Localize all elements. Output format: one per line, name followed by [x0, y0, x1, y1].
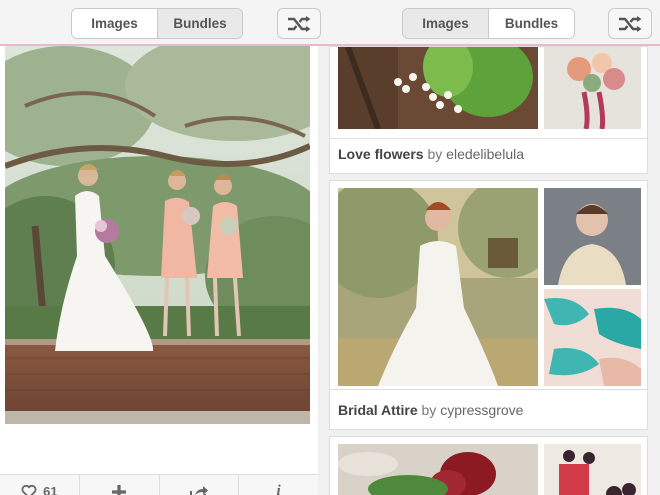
info-button[interactable]: i — [239, 475, 318, 495]
teal-shoes-photo — [544, 289, 641, 386]
bundle-author[interactable]: cypressgrove — [440, 402, 523, 418]
share-icon — [189, 485, 208, 495]
app-screen: Images Bundles Images Bundles 61 i Love … — [0, 0, 660, 495]
right-view-switcher: Images Bundles — [402, 8, 575, 39]
bundle-title: Love flowers — [338, 146, 424, 162]
bride-and-bridesmaids-photo[interactable] — [5, 46, 310, 424]
left-bundles-tab[interactable]: Bundles — [157, 9, 242, 38]
model-portrait-photo — [544, 188, 641, 285]
top-toolbar: Images Bundles Images Bundles — [0, 0, 660, 46]
left-view-switcher: Images Bundles — [71, 8, 243, 39]
bundle-caption-bridal-attire[interactable]: Bridal Attire by cypressgrove — [329, 390, 648, 430]
bundle-card-partial[interactable] — [329, 436, 648, 495]
heart-icon — [21, 484, 37, 495]
add-button[interactable] — [80, 475, 160, 495]
info-icon: i — [276, 483, 281, 495]
shuffle-icon — [288, 15, 311, 32]
pin-card: 61 i — [0, 46, 318, 495]
left-images-tab[interactable]: Images — [72, 9, 157, 38]
lily-of-the-valley-photo — [338, 47, 538, 129]
bundle-card-love-flowers[interactable] — [329, 46, 648, 139]
share-button[interactable] — [160, 475, 240, 495]
bride-in-garden-photo — [338, 188, 538, 386]
shuffle-icon — [619, 15, 642, 32]
bundle-author[interactable]: eledelibelula — [446, 146, 524, 162]
plus-icon — [112, 484, 127, 495]
flower-bouquet-photo — [544, 47, 641, 129]
bundle-by: by — [421, 402, 437, 418]
bundle-caption-text: Love flowers by eledelibelula — [338, 146, 524, 162]
pin-action-bar: 61 i — [0, 474, 318, 495]
bundle-card-bridal-attire[interactable] — [329, 180, 648, 390]
berry-dessert-photo — [544, 444, 641, 495]
right-bundles-tab[interactable]: Bundles — [488, 9, 574, 38]
like-count: 61 — [43, 484, 58, 495]
right-shuffle-button[interactable] — [608, 8, 652, 39]
bundle-caption-love-flowers[interactable]: Love flowers by eledelibelula — [329, 139, 648, 174]
left-shuffle-button[interactable] — [277, 8, 321, 39]
bundle-by: by — [427, 146, 443, 162]
right-images-tab[interactable]: Images — [403, 9, 488, 38]
red-flowers-photo — [338, 444, 538, 495]
bundle-title: Bridal Attire — [338, 402, 418, 418]
like-button[interactable]: 61 — [0, 475, 80, 495]
bundle-caption-text: Bridal Attire by cypressgrove — [338, 402, 523, 418]
